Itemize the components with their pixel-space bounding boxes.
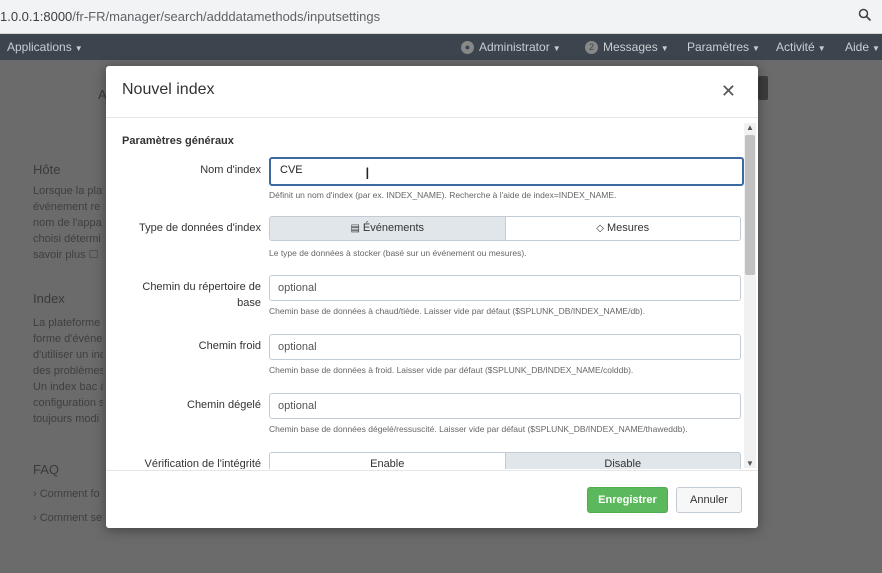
magnifier-icon[interactable] [858, 8, 872, 25]
tag-icon: ◇ [596, 223, 604, 234]
data-type-metrics-option[interactable]: ◇ Mesures [504, 217, 740, 240]
cold-path-label: Chemin froid [198, 340, 261, 352]
cancel-button[interactable]: Annuler [676, 487, 742, 513]
bg-faq-title: FAQ [33, 462, 60, 477]
close-icon[interactable]: ✕ [721, 82, 736, 100]
data-type-label: Type de données d'index [139, 222, 261, 234]
nav-aide[interactable]: Aide ▼ [845, 40, 880, 54]
integrity-toggle: Enable Disable [269, 452, 741, 469]
home-path-label: Chemin du répertoire de base [142, 281, 261, 309]
data-type-help: Le type de données à stocker (basé sur u… [269, 248, 527, 258]
text-cursor-icon: I [365, 164, 370, 183]
bg-faq-item: › Comment fo [33, 488, 100, 500]
cold-path-help: Chemin base de données à froid. Laisser … [269, 365, 634, 375]
url-text[interactable]: 1.0.0.1:8000/fr-FR/manager/search/adddat… [0, 9, 380, 24]
section-title: Paramètres généraux [122, 135, 234, 147]
scrollbar-thumb[interactable] [745, 135, 755, 275]
bg-host-text: Lorsque la plate événement re nom de l'a… [33, 185, 103, 261]
document-icon: ▤ [350, 223, 360, 234]
bg-index-text: La plateforme forme d'événe d'utiliser u… [33, 317, 103, 425]
modal-body: Paramètres généraux Nom d'index CVE I Dé… [106, 119, 758, 469]
scroll-down-icon[interactable]: ▼ [746, 459, 754, 468]
integrity-disable-option[interactable]: Disable [504, 453, 740, 469]
messages-count-badge: 2 [585, 41, 598, 54]
nav-messages[interactable]: 2 Messages ▼ [585, 40, 669, 54]
nav-administrator[interactable]: ● Administrator ▼ [461, 40, 561, 54]
index-name-input[interactable]: CVE [269, 157, 744, 186]
integrity-enable-option[interactable]: Enable [270, 453, 505, 469]
home-path-input[interactable]: optional [269, 275, 741, 301]
scroll-up-icon[interactable]: ▲ [746, 123, 754, 132]
index-name-label: Nom d'index [200, 164, 261, 176]
thawed-path-label: Chemin dégelé [187, 399, 261, 411]
integrity-label: Vérification de l'intégrité [144, 458, 261, 469]
modal-footer: Enregistrer Annuler [106, 470, 758, 528]
bg-host-title: Hôte [33, 162, 61, 177]
new-index-modal: Nouvel index ✕ Paramètres généraux Nom d… [106, 66, 758, 528]
nav-parametres[interactable]: Paramètres ▼ [687, 40, 760, 54]
bg-index-title: Index [33, 291, 65, 306]
modal-title: Nouvel index [122, 81, 215, 98]
nav-activite[interactable]: Activité ▼ [776, 40, 826, 54]
app-navbar: Applications ▼ ● Administrator ▼ 2 Messages ▼… [0, 34, 882, 60]
thawed-path-help: Chemin base de données dégelé/ressuscité… [269, 424, 688, 434]
modal-scrollbar[interactable]: ▲ ▼ [744, 123, 756, 468]
bg-button [758, 76, 768, 100]
bg-faq-item: › Comment se [33, 512, 103, 524]
thawed-path-input[interactable]: optional [269, 393, 741, 419]
home-path-help: Chemin base de données à chaud/tiède. La… [269, 306, 646, 316]
cold-path-input[interactable]: optional [269, 334, 741, 360]
data-type-toggle: ▤ Événements ◇ Mesures [269, 216, 741, 241]
data-type-events-option[interactable]: ▤ Événements [270, 217, 505, 240]
nav-applications[interactable]: Applications ▼ [7, 40, 83, 54]
index-name-help: Définit un nom d'index (par ex. INDEX_NA… [269, 190, 617, 200]
save-button[interactable]: Enregistrer [587, 487, 668, 513]
browser-url-bar: 1.0.0.1:8000/fr-FR/manager/search/adddat… [0, 0, 882, 34]
user-icon: ● [461, 41, 474, 54]
modal-header: Nouvel index ✕ [106, 66, 758, 118]
